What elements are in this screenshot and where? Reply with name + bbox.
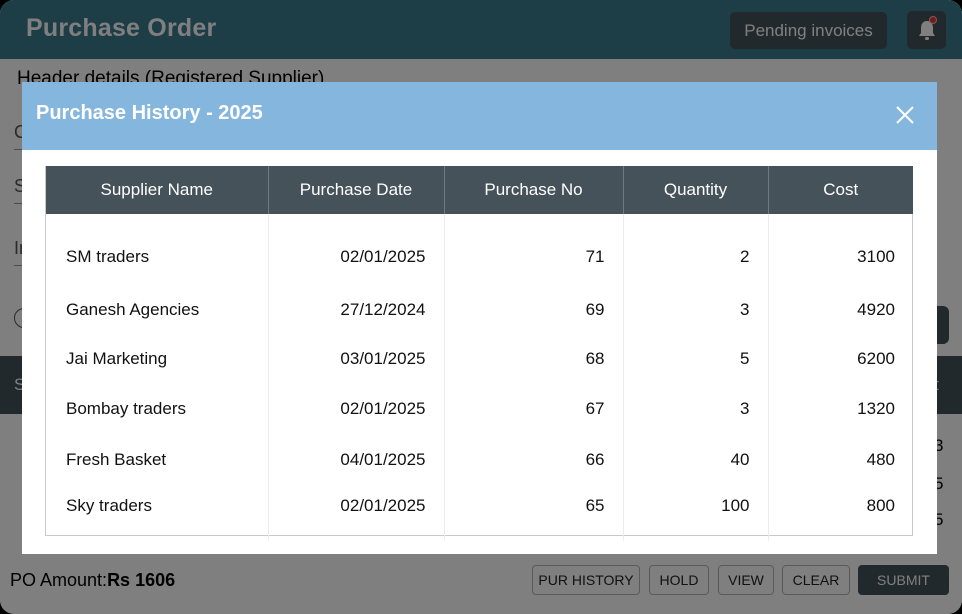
quantity-cell: 2	[623, 214, 769, 285]
purchase-date-cell: 04/01/2025	[268, 435, 445, 484]
close-icon	[896, 106, 914, 124]
table-row: Jai Marketing 03/01/2025 68 5 6200	[46, 334, 913, 383]
quantity-cell: 40	[623, 435, 769, 484]
column-header-quantity: Quantity	[623, 166, 769, 214]
supplier-name-cell: Sky traders	[46, 484, 269, 541]
purchase-date-cell: 02/01/2025	[268, 214, 445, 285]
modal-title: Purchase History - 2025	[36, 102, 263, 124]
supplier-name-cell: SM traders	[46, 214, 269, 285]
quantity-cell: 3	[623, 383, 769, 435]
purchase-history-modal: Purchase History - 2025 Supplier Name Pu…	[22, 82, 937, 554]
cost-cell: 480	[866, 449, 895, 469]
purchase-no-cell: 65	[444, 484, 624, 541]
supplier-name-cell: Fresh Basket	[46, 435, 269, 484]
supplier-name-cell: Ganesh Agencies	[46, 285, 269, 334]
column-header-supplier-name: Supplier Name	[46, 166, 269, 214]
table-row: Bombay traders 02/01/2025 67 3 1320	[46, 383, 913, 435]
purchase-no-cell: 66	[444, 435, 624, 484]
purchase-date-cell: 02/01/2025	[268, 383, 445, 435]
quantity-cell: 5	[623, 334, 769, 383]
table-row: Ganesh Agencies 27/12/2024 69 3 4920	[46, 285, 913, 334]
table-row: Fresh Basket 04/01/2025 66 40 480	[46, 435, 913, 484]
close-button[interactable]	[893, 103, 917, 127]
cost-cell: 6200	[857, 348, 895, 368]
cost-cell: 800	[866, 496, 895, 515]
supplier-name-cell: Jai Marketing	[46, 334, 269, 383]
purchase-no-cell: 69	[444, 285, 624, 334]
purchase-date-cell: 03/01/2025	[268, 334, 445, 383]
purchase-no-cell: 71	[444, 214, 624, 285]
cost-cell: 1320	[857, 399, 895, 418]
column-header-purchase-no: Purchase No	[444, 166, 624, 214]
purchase-order-app: Purchase Order Pending invoices Header d…	[0, 0, 962, 614]
cost-cell: 4920	[857, 299, 895, 319]
table-header-row: Supplier Name Purchase Date Purchase No …	[46, 166, 913, 214]
purchase-no-cell: 68	[444, 334, 624, 383]
table-row: SM traders 02/01/2025 71 2 3100	[46, 214, 913, 285]
modal-header: Purchase History - 2025	[22, 82, 937, 150]
purchase-date-cell: 27/12/2024	[268, 285, 445, 334]
column-header-cost: Cost	[768, 166, 913, 214]
purchase-no-cell: 67	[444, 383, 624, 435]
supplier-name-cell: Bombay traders	[46, 383, 269, 435]
table-row: Sky traders 02/01/2025 65 100 800	[46, 484, 913, 541]
column-header-purchase-date: Purchase Date	[268, 166, 445, 214]
quantity-cell: 100	[623, 484, 769, 541]
quantity-cell: 3	[623, 285, 769, 334]
cost-cell: 3100	[857, 246, 895, 266]
purchase-history-table: Supplier Name Purchase Date Purchase No …	[45, 166, 913, 541]
purchase-date-cell: 02/01/2025	[268, 484, 445, 541]
